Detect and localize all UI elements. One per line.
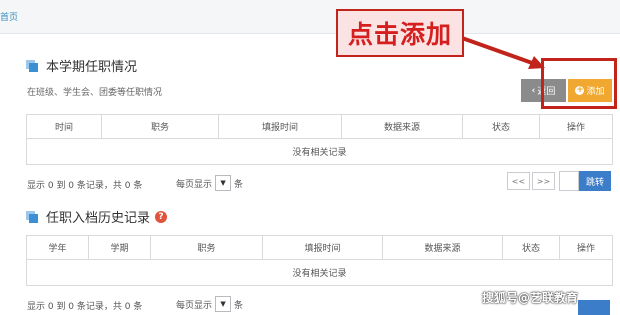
annotation-callout: 点击添加: [336, 9, 464, 57]
annotation-arrow: [461, 36, 545, 69]
watermark: 搜狐号@艺联教育: [482, 291, 579, 305]
